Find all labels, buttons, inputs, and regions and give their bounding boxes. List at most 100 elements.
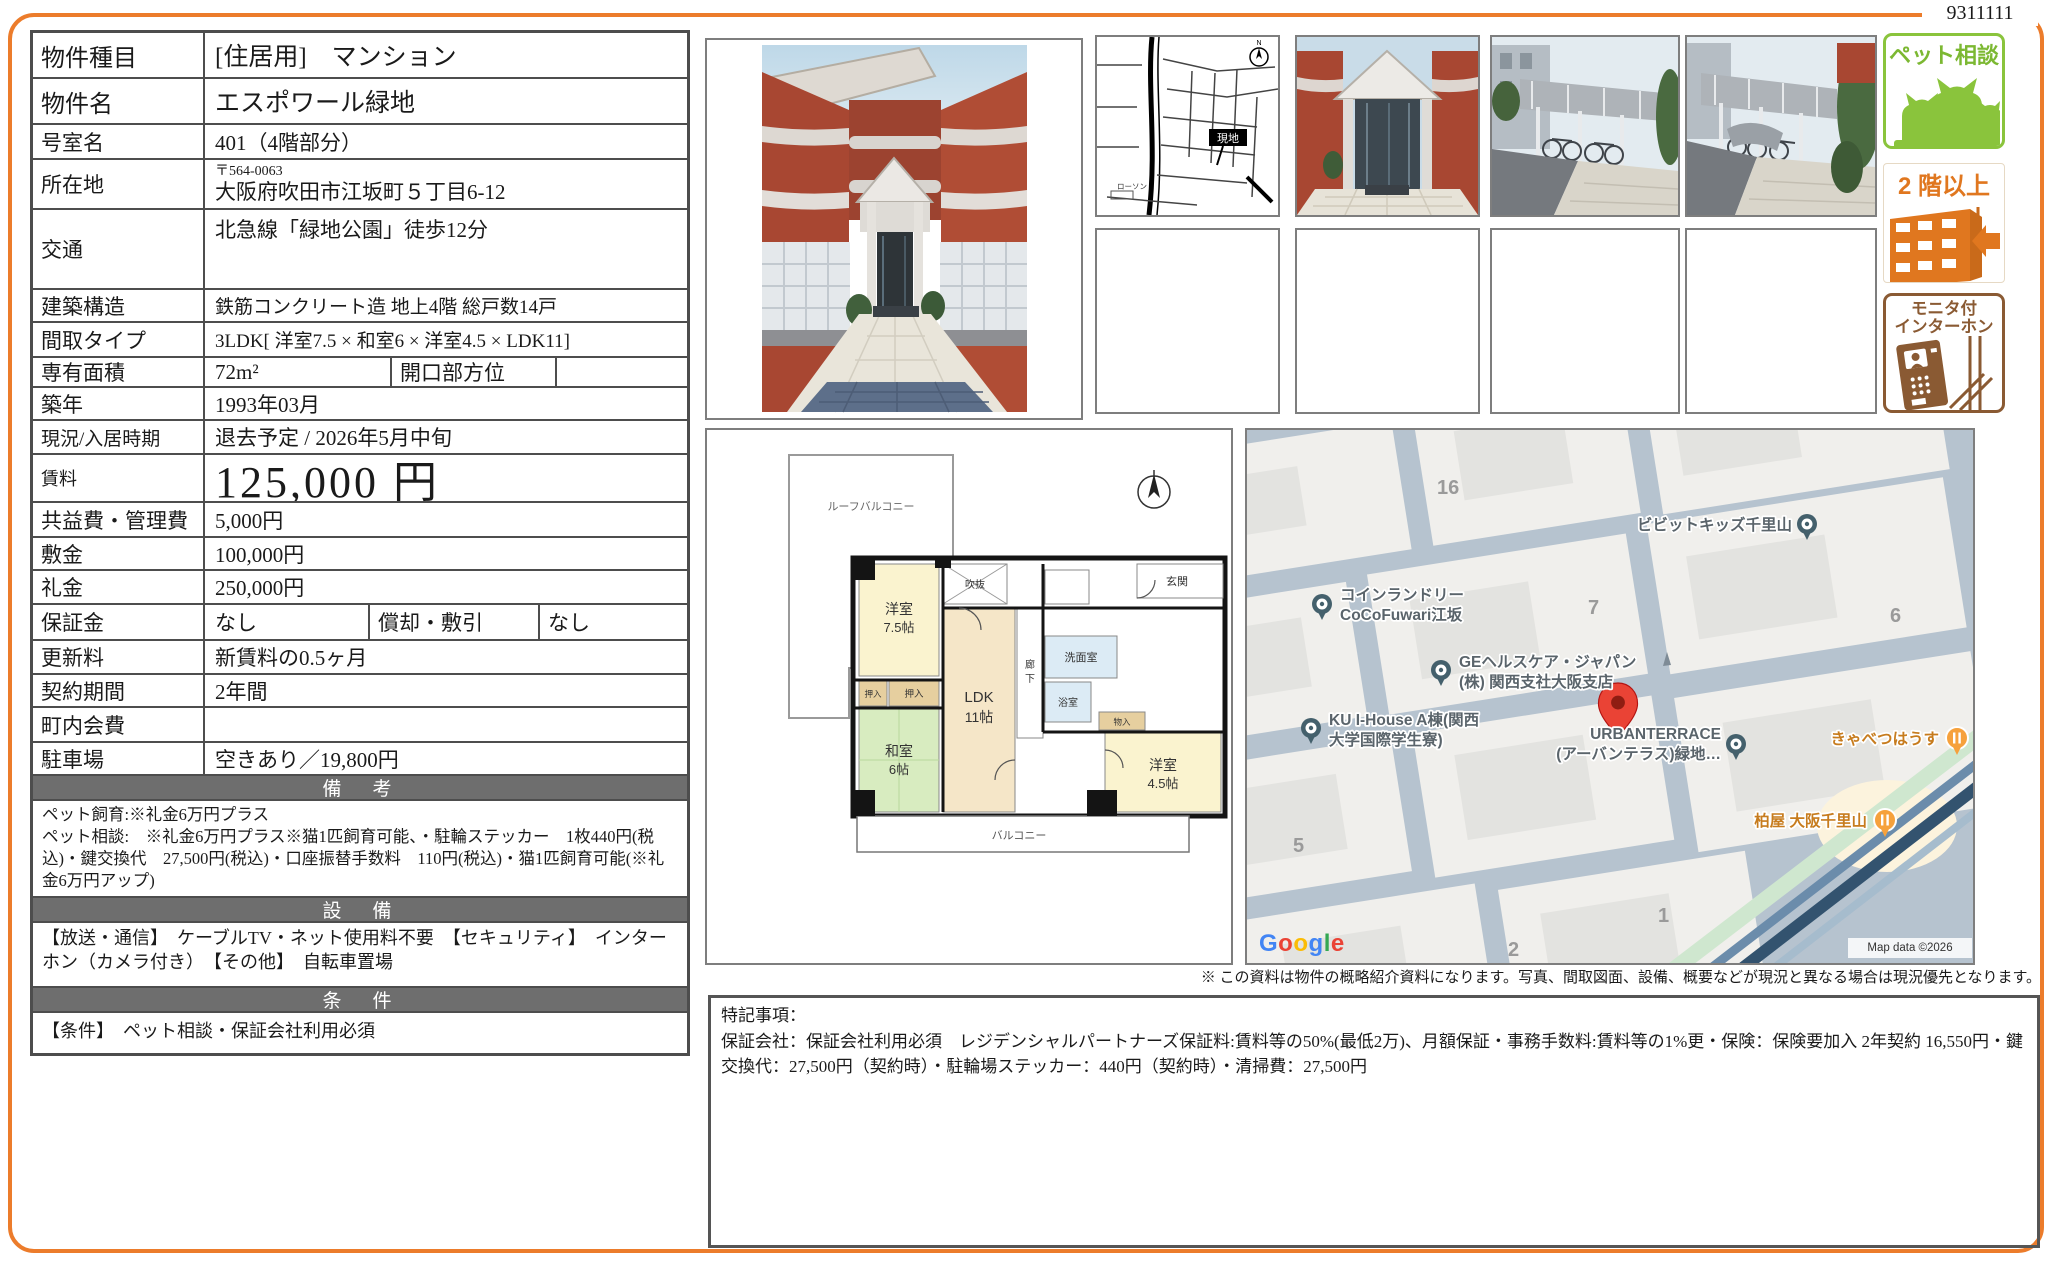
google-letter: o [1278,930,1293,957]
badge-second-floor-up: 2 階以上 [1883,163,2005,283]
map-block-1: 1 [1658,905,1669,927]
room-closet1: 押入 [864,689,882,699]
special-notes-body: 保証会社：保証会社利用必須 レジデンシャルパートナーズ保証料:賃料等の50%(最… [721,1029,2027,1080]
site-marker-label: 現地 [1217,132,1239,145]
row-structure: 建築構造 鉄筋コンクリート造 地上4階 総戸数14戸 [33,290,687,323]
postal-code: 〒564-0063 [215,164,283,180]
conditions-body: 【条件】 ペット相談・保証会社利用必須 [33,1013,384,1053]
photo-entrance [1295,35,1480,217]
badge-intercom-label-1: モニタ付 [1886,300,2002,318]
row-value: 北急線「緑地公園」徒歩12分 [205,210,687,288]
room-ldk: LDK [964,689,993,706]
row-label: 更新料 [33,641,205,673]
google-letter: l [1324,930,1331,957]
special-notes-box: 特記事項： 保証会社：保証会社利用必須 レジデンシャルパートナーズ保証料:賃料等… [708,995,2040,1248]
poi-label-restaurant: きゃべつはうす [1830,730,1939,748]
room-hallway-1: 廊 [1025,658,1035,671]
floorplan-box: ルーフバルコニー [705,428,1233,965]
photo-bicycle-parking-2 [1685,35,1877,217]
poi-label: コインランドリー [1340,587,1464,604]
row-label: 礼金 [33,571,205,603]
poi-label: CoCoFuwari江坂 [1340,606,1463,624]
row-value: 退去予定 / 2026年5月中旬 [205,421,687,453]
poi-label: KU I-House A棟(関西 [1329,710,1479,729]
google-letter: G [1259,930,1278,957]
room-japanese: 和室 [885,743,913,759]
poi-label: 大学国際学生寮) [1329,730,1443,749]
poi-label: (アーバンテラス)緑地… [1556,744,1721,763]
remarks-text: ペット飼育:※礼金6万円プラス ペット相談: ※礼金6万円プラス※猫1匹飼育可能… [33,801,687,898]
google-letter: o [1293,930,1308,957]
conditions-header: 条 件 [33,988,687,1013]
row-label: 賃料 [33,455,205,501]
row-label: 専有面積 [33,358,205,386]
map-block-2: 2 [1508,939,1519,961]
row-label: 築年 [33,388,205,419]
row-value: 新賃料の0.5ヶ月 [205,641,687,673]
room-western1: 洋室 [885,601,913,617]
room-entrance: 玄関 [1166,574,1188,588]
row-rent: 賃料 125,000 円 [33,455,687,503]
remarks-line1: ペット飼育:※礼金6万円プラス [42,804,678,826]
row-value: 100,000円 [205,538,687,569]
row-sublabel: 償却・敷引 [368,605,538,639]
row-value: 鉄筋コンクリート造 地上4階 総戸数14戸 [205,290,687,321]
row-guarantee: 保証金 なし 償却・敷引 なし [33,605,687,641]
row-value: なし [205,605,368,639]
equipment-body: 【放送・通信】 ケーブルTV・ネット使用料不要 【セキュリティ】 インターホン（… [33,923,687,986]
row-property-type: 物件種目 [住居用] マンション [33,33,687,79]
row-value: 3LDK[ 洋室7.5 × 和室6 × 洋室4.5 × LDK11] [205,323,687,356]
photo-bicycle-parking-1 [1490,35,1680,217]
bicycle-parking-photo-2 [1687,37,1875,215]
row-label: 所在地 [33,160,205,208]
row-value: [住居用] マンション [205,33,687,77]
bw-sketch-map: N 現地 ローソン [1097,37,1278,215]
intercom-icon [1888,336,2000,410]
row-deposit: 敷金 100,000円 [33,538,687,571]
photo-area-sketch-map: N 現地 ローソン [1095,35,1280,217]
row-room-no: 号室名 401（4階部分） [33,125,687,160]
badge-pet-label: ペット相談 [1886,38,2002,70]
conditions-text: 【条件】 ペット相談・保証会社利用必須 [33,1013,687,1053]
address-text: 大阪府吹田市江坂町５丁目6-12 [215,180,506,204]
row-common-fee: 共益費・管理費 5,000円 [33,503,687,538]
room-japanese-size: 6帖 [889,762,909,777]
remarks-line2: ペット相談: ※礼金6万円プラス※猫1匹飼育可能、・駐輪ステッカー 1枚440円… [42,826,678,892]
row-value: 2年間 [205,675,687,706]
row-value: 〒564-0063 大阪府吹田市江坂町５丁目6-12 [205,160,687,208]
row-value: 5,000円 [205,503,687,536]
room-bath: 浴室 [1058,696,1078,709]
row-value: エスポワール緑地 [205,79,687,123]
poi-label: URBANTERRACE [1590,726,1721,743]
map-block-16: 16 [1437,477,1459,499]
row-town-fee: 町内会費 [33,708,687,743]
badge-intercom-label-2: インターホン [1886,318,2002,336]
row-label: 物件名 [33,79,205,123]
map-block-7: 7 [1588,597,1599,619]
rent-value: 125,000 円 [205,455,687,501]
row-label: 間取タイプ [33,323,205,356]
google-letter: g [1309,930,1324,957]
google-logo: Google [1259,930,1345,958]
row-renewal-fee: 更新料 新賃料の0.5ヶ月 [33,641,687,675]
map-copyright: Map data ©2026 [1848,938,1972,958]
minimap-conv-label: ローソン [1117,182,1147,191]
bicycle-parking-photo [1492,37,1678,215]
room-washroom: 洗面室 [1065,650,1098,664]
photo-placeholder-4 [1685,228,1877,414]
badge-pet-consultation: ペット相談 [1883,33,2005,149]
room-western2-size: 4.5帖 [1147,776,1178,791]
equipment-header: 設 備 [33,898,687,923]
row-label: 町内会費 [33,708,205,741]
room-ldk-size: 11帖 [965,709,994,725]
poi-label: ビビットキッズ千里山 [1637,515,1792,534]
photo-placeholder-3 [1490,228,1680,414]
photo-placeholder-2 [1295,228,1480,414]
row-value: 250,000円 [205,571,687,603]
room-roof-balcony: ルーフバルコニー [827,500,914,513]
row-key-money: 礼金 250,000円 [33,571,687,605]
equipment-text: 【放送・通信】 ケーブルTV・ネット使用料不要 【セキュリティ】 インターホン（… [33,923,687,988]
poi-label: GEヘルスケア・ジャパン [1459,653,1636,671]
map-block-5: 5 [1293,835,1304,857]
entrance-photo [1297,37,1478,215]
